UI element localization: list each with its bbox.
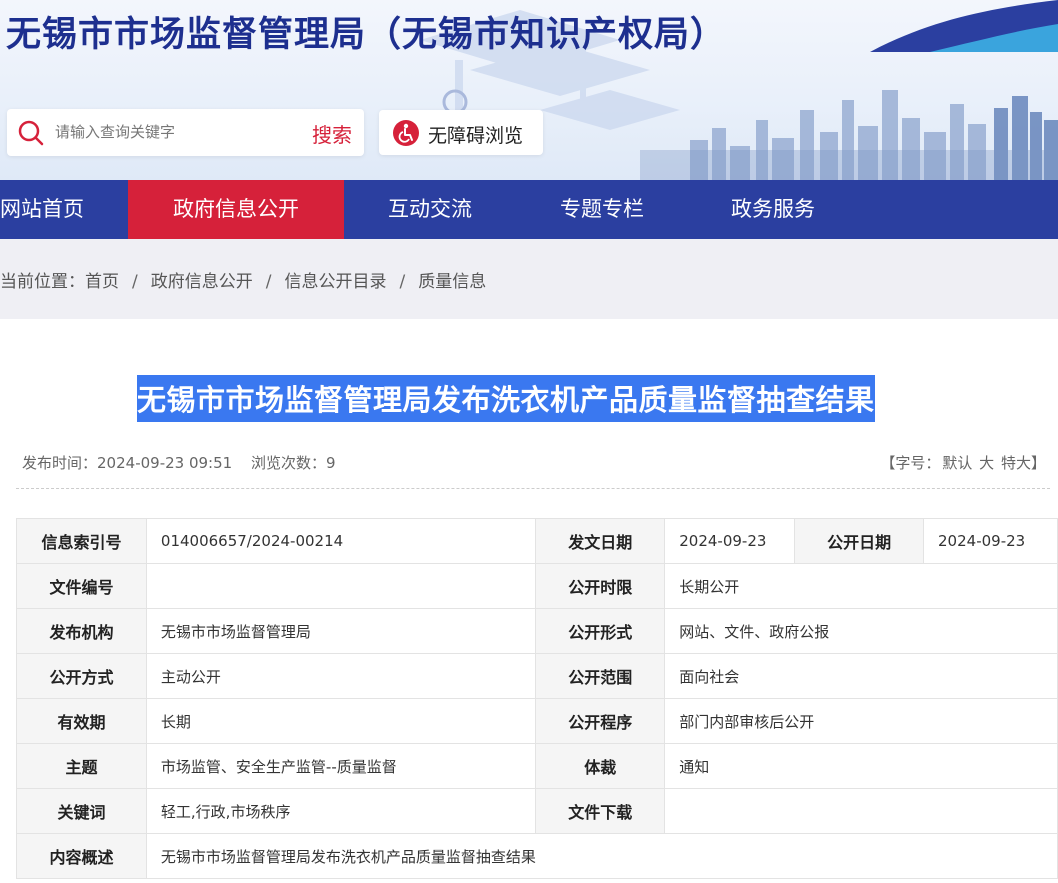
accessibility-label: 无障碍浏览 <box>428 125 524 147</box>
table-label: 公开形式 <box>535 608 666 654</box>
breadcrumb-prefix: 当前位置： <box>0 272 85 292</box>
search-button[interactable]: 搜索 <box>312 119 352 148</box>
nav-item-gov-info[interactable]: 政府信息公开 <box>128 180 344 239</box>
breadcrumb-separator: / <box>132 272 138 292</box>
search-icon <box>18 120 44 146</box>
table-row: 关键词 轻工,行政,市场秩序 文件下载 <box>16 788 1058 834</box>
breadcrumb-bar: 当前位置：首页 / 政府信息公开 / 信息公开目录 / 质量信息 <box>0 239 1058 319</box>
table-label: 公开日期 <box>794 518 925 564</box>
file-download-cell[interactable] <box>664 788 1058 834</box>
table-label: 发文日期 <box>535 518 666 564</box>
font-size-switcher: 【字号： 默认 大 特大】 <box>880 452 1046 473</box>
table-value: 轻工,行政,市场秩序 <box>145 788 537 834</box>
table-row: 有效期 长期 公开程序 部门内部审核后公开 <box>16 698 1058 744</box>
table-value: 通知 <box>664 743 1058 789</box>
font-size-xlarge[interactable]: 特大 <box>1001 454 1031 472</box>
publish-time: 发布时间：2024-09-23 09:51 <box>22 454 232 472</box>
table-value: 面向社会 <box>664 653 1058 699</box>
table-row: 公开方式 主动公开 公开范围 面向社会 <box>16 653 1058 699</box>
view-count-label: 浏览次数： <box>250 454 326 472</box>
info-table: 信息索引号 014006657/2024-00214 发文日期 2024-09-… <box>16 518 1058 879</box>
table-label: 文件编号 <box>16 563 147 609</box>
font-size-large[interactable]: 大 <box>979 454 994 472</box>
table-value: 市场监管、安全生产监管--质量监督 <box>145 743 537 789</box>
table-value: 2024-09-23 <box>664 518 796 564</box>
breadcrumb-separator: / <box>265 272 272 292</box>
table-label: 有效期 <box>16 698 147 744</box>
table-label: 发布机构 <box>16 608 147 654</box>
article-meta: 发布时间：2024-09-23 09:51 浏览次数：9 <box>22 452 350 473</box>
table-label: 信息索引号 <box>16 518 147 564</box>
table-value: 014006657/2024-00214 <box>145 518 537 564</box>
nav-item-home[interactable]: 网站首页 <box>0 180 90 239</box>
meta-divider <box>16 488 1050 489</box>
search-box: 搜索 <box>7 109 364 156</box>
nav-item-interaction[interactable]: 互动交流 <box>372 180 488 239</box>
table-value: 2024-09-23 <box>923 518 1058 564</box>
view-count: 浏览次数：9 <box>251 454 336 472</box>
table-label: 公开范围 <box>535 653 666 699</box>
breadcrumb-home[interactable]: 首页 <box>85 272 119 292</box>
nav-item-topics[interactable]: 专题专栏 <box>544 180 660 239</box>
wheelchair-icon <box>393 120 419 146</box>
breadcrumb-quality-info[interactable]: 质量信息 <box>418 272 486 292</box>
table-value: 长期 <box>145 698 537 744</box>
main-nav: 网站首页 政府信息公开 互动交流 专题专栏 政务服务 <box>0 180 1058 239</box>
publish-time-value: 2024-09-23 09:51 <box>97 454 233 472</box>
table-value: 无锡市市场监督管理局发布洗衣机产品质量监督抽查结果 <box>145 833 1058 879</box>
table-label: 关键词 <box>16 788 147 834</box>
breadcrumb-catalog[interactable]: 信息公开目录 <box>284 272 386 292</box>
table-value: 长期公开 <box>664 563 1058 609</box>
publish-time-label: 发布时间： <box>22 454 98 472</box>
table-row: 文件编号 公开时限 长期公开 <box>16 563 1058 609</box>
table-value: 网站、文件、政府公报 <box>664 608 1058 654</box>
table-row: 发布机构 无锡市市场监督管理局 公开形式 网站、文件、政府公报 <box>16 608 1058 654</box>
accessibility-button[interactable]: 无障碍浏览 <box>379 110 543 155</box>
site-title: 无锡市市场监督管理局（无锡市知识产权局） <box>6 15 727 55</box>
article-title: 无锡市市场监督管理局发布洗衣机产品质量监督抽查结果 <box>137 375 875 422</box>
breadcrumb: 当前位置：首页 / 政府信息公开 / 信息公开目录 / 质量信息 <box>0 267 486 292</box>
table-row: 信息索引号 014006657/2024-00214 发文日期 2024-09-… <box>16 518 1058 564</box>
table-label: 公开方式 <box>16 653 147 699</box>
table-value: 无锡市市场监督管理局 <box>145 608 537 654</box>
nav-item-services[interactable]: 政务服务 <box>715 180 831 239</box>
font-size-prefix: 【字号： <box>880 454 941 472</box>
font-size-default[interactable]: 默认 <box>942 454 972 472</box>
site-header: 无锡市市场监督管理局（无锡市知识产权局） 搜索 无障碍浏览 <box>0 0 1058 180</box>
table-label: 体裁 <box>535 743 666 789</box>
table-value: 部门内部审核后公开 <box>664 698 1058 744</box>
table-label: 公开时限 <box>535 563 666 609</box>
table-value <box>145 563 537 609</box>
view-count-value: 9 <box>325 454 336 472</box>
table-label: 主题 <box>16 743 147 789</box>
table-row: 内容概述 无锡市市场监督管理局发布洗衣机产品质量监督抽查结果 <box>16 833 1058 879</box>
font-size-suffix: 】 <box>1030 454 1046 472</box>
table-row: 主题 市场监管、安全生产监管--质量监督 体裁 通知 <box>16 743 1058 789</box>
table-label: 内容概述 <box>16 833 147 879</box>
breadcrumb-gov-info[interactable]: 政府信息公开 <box>151 272 253 292</box>
table-label: 公开程序 <box>535 698 666 744</box>
table-value: 主动公开 <box>145 653 537 699</box>
breadcrumb-separator: / <box>399 272 406 292</box>
search-input[interactable] <box>55 121 295 143</box>
table-label: 文件下载 <box>535 788 666 834</box>
